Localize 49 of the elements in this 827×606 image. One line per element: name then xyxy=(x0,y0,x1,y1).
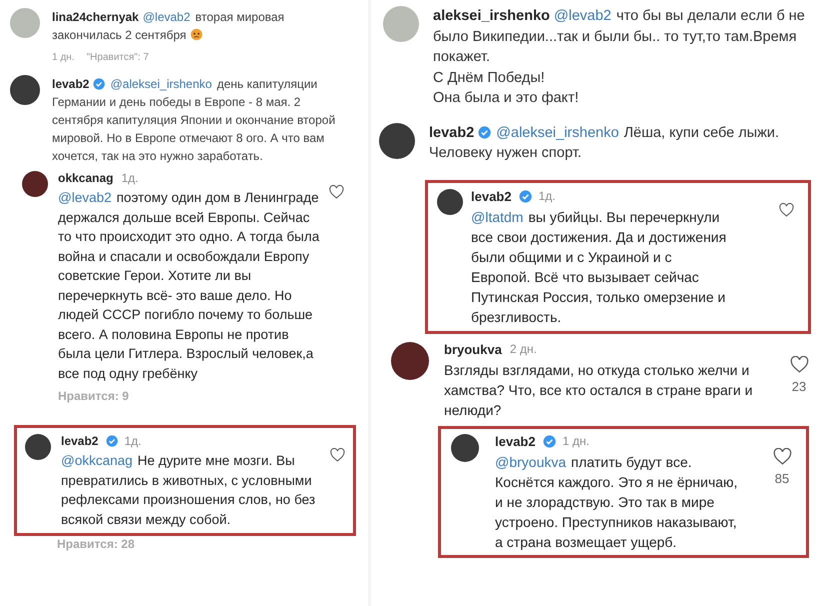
username-link[interactable]: levab2 xyxy=(495,434,536,448)
like-count: 23 xyxy=(792,378,806,394)
username-link[interactable]: okkcanag xyxy=(58,171,114,185)
avatar-photo-placeholder[interactable] xyxy=(25,434,51,460)
username-link[interactable]: lina24chernyak xyxy=(52,10,139,24)
comment-meta: "Нравится": 7 xyxy=(86,52,149,63)
mention-link[interactable]: @aleksei_irshenko xyxy=(110,77,212,91)
username-link[interactable]: levab2 xyxy=(61,434,98,448)
mention-link[interactable]: @ltatdm xyxy=(471,208,524,224)
heart-icon[interactable] xyxy=(778,202,794,216)
mention-link[interactable]: @levab2 xyxy=(58,190,112,205)
comment-meta: Нравится: 9 xyxy=(58,389,129,403)
comment-text: @levab2 поэтому один дом в Ленинграде держался дольше всей Европы. Сейчас то что происходит это одно. А тогда была война и спасали и освобождали Европу советские Герои. Хотите ли вы перечеркнуть всё- это ваше дело. Но людей СССР погибло почему то больше всего. А половина Европы не против была цели Гитлера. Взрослый человек,а все под одну гребёнку xyxy=(58,189,320,383)
comment-text: levab2 @aleksei_irshenko день капитуляции Германии и день победы в Европе - 8 мая. 2 сентября капитуляция Японии и окончание второй мировой. Но в Европе отмечают 8 ого. А что вам хочется, так на это нужно заработать. xyxy=(52,76,336,165)
avatar-photo-placeholder[interactable] xyxy=(451,434,479,462)
avatar-photo-placeholder[interactable] xyxy=(10,75,40,105)
username-link[interactable]: levab2 xyxy=(471,188,512,204)
mention-link[interactable]: @levab2 xyxy=(554,8,612,24)
avatar-photo-placeholder[interactable] xyxy=(391,342,429,380)
username-link[interactable]: levab2 xyxy=(52,77,90,91)
comment-text: lina24chernyak @levab2 вторая мировая закончилась 2 сентября xyxy=(52,9,286,44)
avatar-photo-placeholder[interactable] xyxy=(379,122,415,158)
comment-time: 2 дн. xyxy=(510,342,537,356)
mention-link[interactable]: @aleksei_irshenko xyxy=(496,124,619,140)
comment-text: Взгляды взглядами, но откуда столько желчи и хамства? Что, все кто остался в стране враги и нелюди? xyxy=(444,360,754,420)
comment-meta: 1 дн. xyxy=(52,52,74,63)
mention-link[interactable]: @levab2 xyxy=(142,10,190,24)
username-link[interactable]: aleksei_irshenko xyxy=(433,8,550,24)
comment-time: 1д. xyxy=(121,171,138,185)
comment-time: 1 дн. xyxy=(562,434,590,448)
comment-text: levab2 @aleksei_irshenko Лёша, купи себе лыжи. Человеку нужен спорт. xyxy=(429,124,780,163)
avatar-photo-placeholder[interactable] xyxy=(22,171,48,197)
username-link[interactable]: levab2 xyxy=(429,124,474,140)
like-count: 85 xyxy=(774,470,790,486)
avatar-photo-placeholder[interactable] xyxy=(437,188,463,214)
heart-icon[interactable] xyxy=(330,448,344,462)
comment-time: 1д. xyxy=(124,434,142,448)
comment-text: @ltatdm вы убийцы. Вы перечеркнули все свои достижения. Да и достижения были общими и с Украиной и с Европой. Всё что вызывает сейчас Путинская Россия, только омерзение и брезгливость. xyxy=(471,208,728,326)
comment-meta: Нравится: 28 xyxy=(57,537,134,551)
mention-link[interactable]: @bryoukva xyxy=(495,454,566,470)
heart-icon[interactable] xyxy=(790,356,808,372)
username-link[interactable]: bryoukva xyxy=(444,342,502,356)
heart-icon[interactable] xyxy=(328,185,344,199)
comment-time: 1д. xyxy=(538,189,556,203)
comment-text: aleksei_irshenko @levab2 что бы вы делали если б не было Википедии...так и были бы.. то тут,то там.Время покажет. С Днём Победы! Она была и это факт! xyxy=(433,7,806,108)
heart-icon[interactable] xyxy=(772,448,792,464)
mention-link[interactable]: @okkcanag xyxy=(61,453,132,468)
comment-text: @bryoukva платить будут все. Коснётся каждого. Это я не ёрничаю, и не злорадствую. Это так в мире устроено. Преступников наказывают, а страна возмещает ущерб. xyxy=(495,452,739,552)
comment-text: @okkcanag Не дурите мне мозги. Вы превратились в животных, с условными рефлексами произношения слов, но без всякой связи между собой. xyxy=(61,452,316,529)
